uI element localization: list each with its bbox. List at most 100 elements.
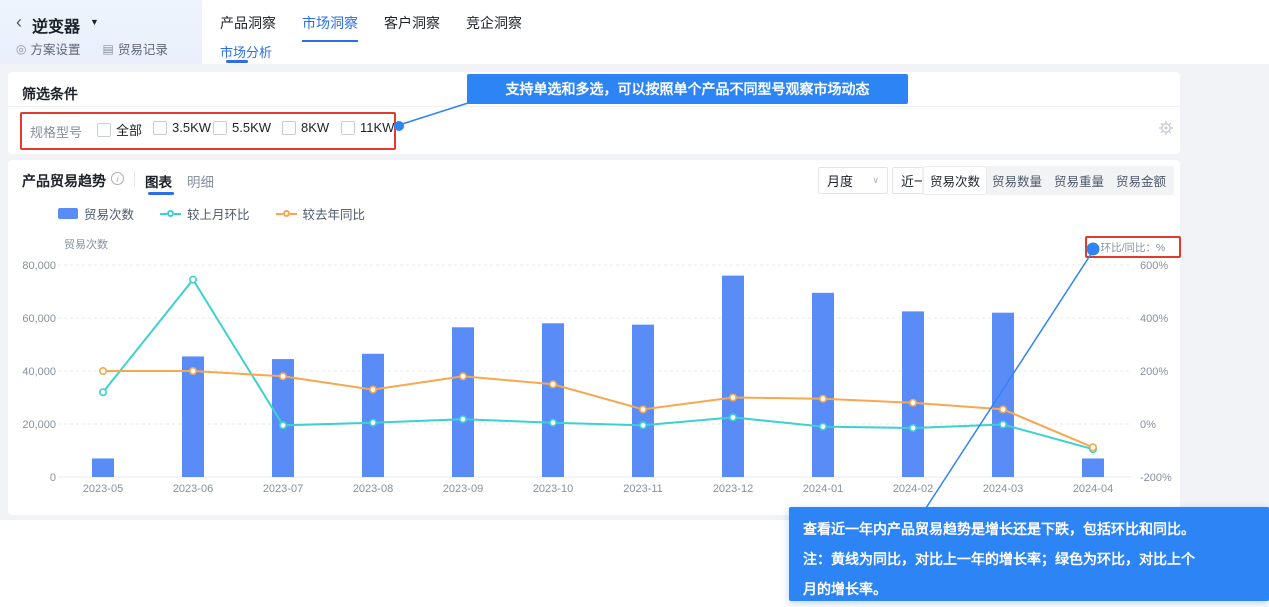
- trend-tip-line: 月的增长率。: [803, 574, 1255, 604]
- legend-label: 较上月环比: [187, 204, 250, 223]
- filter-option-3.5KW[interactable]: 3.5KW: [153, 120, 211, 135]
- bar-2023-08: [362, 354, 384, 477]
- point-2024-01: [820, 396, 826, 402]
- tab-3[interactable]: 客户洞察: [384, 13, 440, 42]
- checkbox[interactable]: [213, 121, 227, 135]
- point-2023-11: [640, 422, 646, 428]
- back-icon[interactable]: ‹: [16, 12, 22, 32]
- point-2024-03: [1000, 421, 1006, 427]
- x-axis-label: 2024-01: [803, 483, 843, 495]
- app-header: ‹ 逆变器 ▼ ◎方案设置▤贸易记录 产品洞察市场洞察客户洞察竞企洞察 市场分析: [0, 0, 1269, 64]
- subtab-underline: [226, 60, 248, 63]
- x-axis-label: 2023-10: [533, 483, 573, 495]
- point-2024-02: [910, 425, 916, 431]
- point-2023-09: [460, 373, 466, 379]
- left-axis-tick: 40,000: [22, 366, 56, 378]
- metric-button-2[interactable]: 贸易数量: [986, 167, 1048, 194]
- right-axis-tick: 200%: [1140, 366, 1168, 378]
- filter-option-全部[interactable]: 全部: [97, 120, 142, 139]
- checkbox-label: 3.5KW: [172, 120, 211, 135]
- header-action-label: 贸易记录: [118, 39, 168, 58]
- view-tab-2[interactable]: 明细: [187, 171, 214, 191]
- trend-card: 产品贸易趋势 i 图表明细 月度 ∨ 近一年 ∨ 贸易次数贸易数量贸易重量贸易金…: [8, 160, 1180, 515]
- checkbox-label: 11KW: [360, 120, 394, 135]
- point-2023-10: [550, 420, 556, 426]
- legend-bar-swatch: [58, 208, 78, 219]
- legend-item-较去年同比[interactable]: 较去年同比: [276, 204, 366, 223]
- header-action-label: 方案设置: [30, 39, 80, 58]
- divider: [8, 106, 1180, 107]
- gear-icon[interactable]: [1158, 120, 1174, 136]
- x-axis-label: 2023-06: [173, 483, 213, 495]
- left-axis-title: 贸易次数: [64, 237, 108, 251]
- checkbox-label: 5.5KW: [232, 120, 271, 135]
- legend-item-贸易次数[interactable]: 贸易次数: [58, 204, 134, 223]
- checkbox[interactable]: [282, 121, 296, 135]
- filter-card-title: 筛选条件: [22, 84, 78, 104]
- point-2023-12: [730, 394, 736, 400]
- legend-line-marker: [160, 210, 181, 217]
- checkbox[interactable]: [97, 123, 111, 137]
- x-axis-label: 2024-03: [983, 483, 1023, 495]
- right-axis-tick: 400%: [1140, 313, 1168, 325]
- info-icon[interactable]: i: [111, 172, 124, 185]
- x-axis-label: 2023-11: [623, 483, 663, 495]
- line-较上月环比: [103, 280, 1093, 450]
- bar-2024-01: [812, 293, 834, 477]
- bar-2023-11: [632, 325, 654, 477]
- point-2023-05: [100, 389, 106, 395]
- tab-1[interactable]: 产品洞察: [220, 13, 276, 42]
- point-2024-04: [1090, 446, 1096, 452]
- x-axis-label: 2023-09: [443, 483, 483, 495]
- checkbox[interactable]: [153, 121, 167, 135]
- trend-card-title: 产品贸易趋势: [22, 171, 106, 191]
- point-2023-12: [730, 414, 736, 420]
- x-axis-label: 2023-05: [83, 483, 123, 495]
- metric-button-1[interactable]: 贸易次数: [924, 167, 986, 194]
- chevron-down-icon: ∨: [872, 175, 879, 186]
- x-axis-label: 2023-12: [713, 483, 753, 495]
- header-action-贸易记录[interactable]: ▤贸易记录: [103, 39, 168, 58]
- tab-2[interactable]: 市场洞察: [302, 13, 358, 42]
- point-2023-06: [190, 368, 196, 374]
- legend-line-marker: [276, 210, 297, 217]
- point-2024-04: [1090, 444, 1096, 450]
- filter-option-11KW[interactable]: 11KW: [341, 120, 394, 135]
- filter-row-label: 规格型号: [30, 122, 82, 141]
- line-较去年同比: [103, 371, 1093, 447]
- point-2023-09: [460, 416, 466, 422]
- header-left-panel: ‹ 逆变器 ▼ ◎方案设置▤贸易记录: [0, 0, 202, 64]
- header-action-方案设置[interactable]: ◎方案设置: [16, 39, 81, 58]
- point-2023-11: [640, 406, 646, 412]
- point-2024-02: [910, 400, 916, 406]
- checkbox[interactable]: [341, 121, 355, 135]
- metric-button-4[interactable]: 贸易金额: [1110, 167, 1172, 194]
- left-axis-tick: 0: [50, 472, 56, 484]
- point-2023-10: [550, 381, 556, 387]
- chevron-down-icon[interactable]: ▼: [90, 17, 99, 27]
- bar-2023-06: [182, 356, 204, 477]
- period-select[interactable]: 月度 ∨: [818, 167, 888, 194]
- divider: [134, 171, 135, 187]
- x-axis-label: 2024-02: [893, 483, 933, 495]
- view-tab-1[interactable]: 图表: [145, 171, 172, 191]
- x-axis-label: 2023-08: [353, 483, 393, 495]
- filter-tip-text: 支持单选和多选，可以按照单个产品不同型号观察市场动态: [506, 79, 870, 99]
- subtab-market-analysis[interactable]: 市场分析: [220, 42, 272, 61]
- filter-option-8KW[interactable]: 8KW: [282, 120, 329, 135]
- point-2024-03: [1000, 406, 1006, 412]
- metric-button-3[interactable]: 贸易重量: [1048, 167, 1110, 194]
- bar-2023-05: [92, 458, 114, 477]
- bar-2024-02: [902, 311, 924, 477]
- metric-segmented-control: 贸易次数贸易数量贸易重量贸易金额: [922, 166, 1174, 195]
- filter-tip-callout: 支持单选和多选，可以按照单个产品不同型号观察市场动态: [467, 74, 908, 104]
- trend-tip-line: 查看近一年内产品贸易趋势是增长还是下跌，包括环比和同比。: [803, 514, 1255, 544]
- filter-option-5.5KW[interactable]: 5.5KW: [213, 120, 271, 135]
- bar-2023-09: [452, 327, 474, 477]
- point-2024-01: [820, 423, 826, 429]
- chart-legend: 贸易次数 较上月环比 较去年同比: [58, 204, 365, 223]
- legend-label: 贸易次数: [84, 204, 134, 223]
- tab-4[interactable]: 竞企洞察: [466, 13, 522, 42]
- legend-item-较上月环比[interactable]: 较上月环比: [160, 204, 250, 223]
- header-actions: ◎方案设置 ▤贸易记录: [16, 39, 168, 58]
